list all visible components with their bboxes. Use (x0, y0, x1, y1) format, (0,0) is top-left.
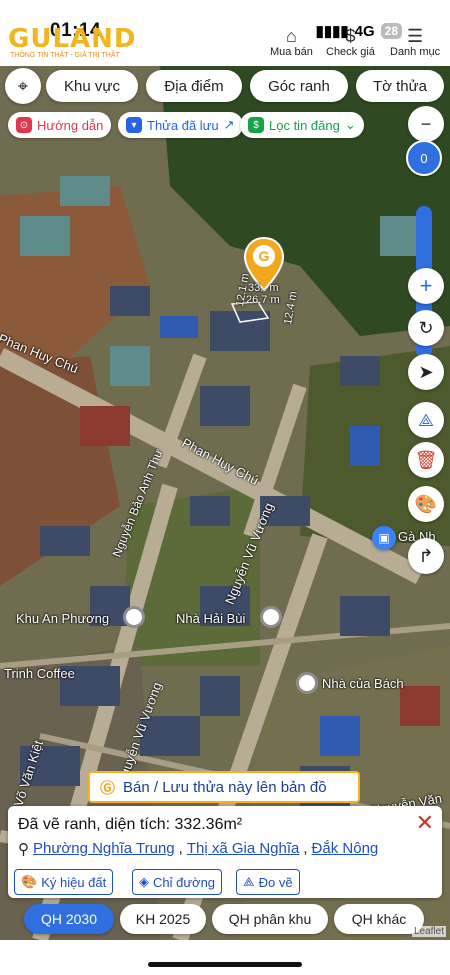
parcel-location: ⚲ Phường Nghĩa Trung, Thị xã Gia Nghĩa, … (18, 840, 379, 858)
town-link[interactable]: Thị xã Gia Nghĩa (187, 840, 300, 858)
dollar-icon: $ (345, 26, 356, 46)
house-icon: ⌂ (285, 26, 297, 46)
palette-icon[interactable]: 🎨 (408, 486, 444, 522)
chip-label: Hướng dẫn (37, 117, 104, 133)
chevron-down-icon: ⌄ (344, 117, 356, 132)
filter-khu-vuc[interactable]: Khu vực (46, 70, 138, 102)
measure-button[interactable]: ⟁ Đo vẽ (236, 869, 300, 895)
tab-qh-khac[interactable]: QH khác (334, 904, 424, 934)
poi-label: Trinh Coffee (4, 666, 75, 681)
tab-qh-phan-khu[interactable]: QH phân khu (212, 904, 328, 934)
app-tagline: THÔNG TIN THẬT - GIÁ TRỊ THẬT (10, 52, 120, 59)
poi-label: Khu An Phương (16, 611, 110, 626)
parcel-side-label: 26.7 m (246, 294, 280, 306)
zoom-slider-handle[interactable]: 0 (406, 140, 442, 176)
tab-qh-2030[interactable]: QH 2030 (24, 904, 114, 934)
directions-button[interactable]: ◈ Chỉ đường (132, 869, 223, 895)
app-header: 01:14 ▮▮▮▮ 4G 28 GULAND THÔNG TIN THẬT -… (0, 0, 450, 66)
measure-icon: ⟁ (243, 874, 255, 889)
trash-icon[interactable]: 🗑 (408, 442, 444, 478)
land-symbol-button[interactable]: 🎨 Ký hiệu đất (14, 869, 114, 895)
close-icon[interactable]: ✕ (416, 810, 434, 836)
chip-label: Thửa đã lưu (147, 117, 219, 133)
poi-pin-icon[interactable] (296, 672, 318, 694)
province-link[interactable]: Đắk Nông (312, 840, 379, 858)
nav-mua-ban[interactable]: ⌂ Mua bán (270, 26, 313, 58)
post-parcel-button[interactable]: Ⓖ Bán / Lưu thửa này lên bản đồ (88, 771, 360, 803)
button-label: Đo vẽ (258, 874, 293, 890)
refresh-icon[interactable]: ↻ (408, 310, 444, 346)
filter-goc-ranh[interactable]: Góc ranh (250, 70, 348, 102)
location-arrow-icon[interactable]: ➤ (408, 354, 444, 390)
nav-danh-muc[interactable]: ☰ Danh mục (390, 26, 440, 58)
parcel-area-title: Đã vẽ ranh, diện tích: 332.36m² (18, 816, 243, 833)
chip-label: Lọc tin đăng (269, 117, 340, 133)
zoom-value: 0 (420, 150, 428, 166)
button-label: Ký hiệu đất (41, 874, 107, 890)
guland-icon: Ⓖ (100, 779, 116, 797)
bottom-safe-area (0, 940, 450, 975)
filter-dia-diem[interactable]: Địa điểm (146, 70, 242, 102)
poi-label: Nhà Hải Bùi (176, 611, 246, 626)
external-link-icon: ↗ (223, 117, 235, 132)
nav-check-gia[interactable]: $ Check giá (326, 26, 375, 58)
filter-listings-chip[interactable]: $ Lọc tin đăng ⌄ (240, 112, 364, 138)
svg-text:G: G (259, 248, 270, 264)
locate-me-icon[interactable]: ⌖ (5, 68, 41, 104)
map-attribution[interactable]: Leaflet (411, 926, 446, 937)
shopping-bag-icon[interactable]: ▣ (372, 526, 396, 550)
poi-pin-icon[interactable] (123, 606, 145, 628)
parcel-area-label: 33.. m (248, 282, 279, 294)
ward-link[interactable]: Phường Nghĩa Trung (33, 840, 175, 858)
menu-icon: ☰ (407, 26, 424, 46)
guide-chip[interactable]: ⊙ Hướng dẫn (8, 112, 112, 138)
bookmark-icon: ▾ (126, 117, 142, 133)
palette-icon: 🎨 (21, 874, 38, 889)
poi-label: Nhà của Bách (322, 676, 404, 691)
nav-label: Danh mục (390, 46, 441, 58)
saved-parcels-chip[interactable]: ▾ Thửa đã lưu ↗ (118, 112, 243, 138)
measure-icon[interactable]: ⟁ (408, 402, 444, 438)
home-indicator (148, 962, 302, 967)
nav-label: Check giá (326, 46, 375, 58)
guide-icon: ⊙ (16, 117, 32, 133)
zoom-out-button[interactable]: − (408, 106, 444, 142)
app-logo[interactable]: GULAND (8, 24, 136, 54)
button-label: Chỉ đường (153, 874, 216, 890)
nav-label: Mua bán (270, 46, 313, 58)
map-pin-icon: ⚲ (18, 841, 29, 858)
tab-kh-2025[interactable]: KH 2025 (120, 904, 206, 934)
cta-label: Bán / Lưu thửa này lên bản đồ (123, 778, 327, 796)
directions-icon: ◈ (139, 874, 149, 889)
poi-pin-icon[interactable] (260, 606, 282, 628)
parcel-info-card: Đã vẽ ranh, diện tích: 332.36m² ✕ ⚲ Phườ… (8, 806, 442, 898)
filter-to-thua[interactable]: Tờ thửa (356, 70, 444, 102)
dollar-icon: $ (248, 117, 264, 133)
share-icon[interactable]: ↱ (408, 538, 444, 574)
zoom-in-button[interactable]: + (408, 268, 444, 304)
